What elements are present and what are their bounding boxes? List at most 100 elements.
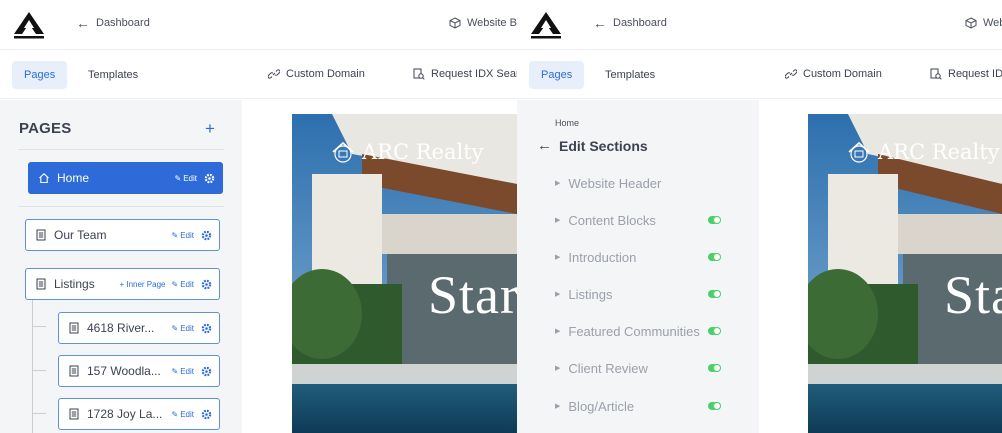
document-icon: [69, 322, 79, 334]
tab-templates[interactable]: Templates: [76, 61, 150, 89]
brand-name: ARC Realty: [878, 140, 1000, 164]
pages-sidebar: PAGES + Home ✎ Edit Our Team ✎ Edit Listin…: [0, 100, 242, 433]
section-row-website-header[interactable]: ▶ Website Header: [555, 174, 755, 192]
section-row-introduction[interactable]: ▶ Introduction: [555, 248, 755, 266]
pencil-icon: ✎: [171, 279, 179, 289]
gear-icon[interactable]: [201, 230, 212, 241]
page-label: 157 Woodla...: [87, 364, 161, 378]
add-inner-page-button[interactable]: + Inner Page: [119, 280, 165, 289]
website-builder-label[interactable]: Website Bui: [449, 17, 517, 29]
document-icon: [36, 229, 46, 241]
section-row-content-blocks[interactable]: ▶ Content Blocks: [555, 211, 755, 229]
custom-domain-button[interactable]: Custom Domain: [785, 68, 882, 80]
page-item-listing[interactable]: 4618 River... ✎ Edit: [58, 312, 220, 344]
page-item-listings[interactable]: Listings + Inner Page ✎ Edit: [25, 268, 220, 300]
gear-icon[interactable]: [201, 409, 212, 420]
pages-heading: PAGES: [19, 120, 72, 137]
access-logo-icon[interactable]: [12, 10, 46, 40]
edit-page-button[interactable]: ✎ Edit: [172, 280, 195, 289]
custom-domain-button[interactable]: Custom Domain: [268, 68, 365, 80]
edit-label: Edit: [180, 323, 194, 333]
cube-icon: [965, 17, 977, 29]
house-emblem-icon: [332, 141, 354, 163]
back-label: Dashboard: [96, 17, 150, 29]
brand-logo: ARC Realty: [846, 140, 1000, 164]
section-row-client-review[interactable]: ▶ Client Review: [555, 359, 755, 377]
tab-pages[interactable]: Pages: [529, 61, 585, 89]
request-idx-label: Request IDX: [948, 68, 1002, 80]
pencil-icon: ✎: [171, 409, 179, 419]
search-document-icon: [930, 68, 942, 80]
section-toggle[interactable]: [708, 290, 721, 298]
page-label: Home: [57, 171, 90, 185]
back-to-dashboard-link[interactable]: ← Dashboard: [593, 16, 667, 30]
edit-page-button[interactable]: ✎ Edit: [172, 410, 195, 419]
website-builder-text: Web: [983, 17, 1002, 29]
access-logo-icon[interactable]: [529, 10, 563, 40]
page-item-home[interactable]: Home ✎ Edit: [28, 162, 223, 194]
top-bar: ← Dashboard Web: [517, 0, 1002, 50]
edit-label: Edit: [183, 173, 197, 183]
section-toggle[interactable]: [708, 253, 721, 261]
pencil-icon: ✎: [171, 230, 179, 240]
custom-domain-label: Custom Domain: [803, 68, 882, 80]
edit-page-button[interactable]: ✎ Edit: [172, 231, 195, 240]
caret-right-icon: ▶: [555, 403, 561, 410]
custom-domain-label: Custom Domain: [286, 68, 365, 80]
edit-page-button[interactable]: ✎ Edit: [172, 367, 195, 376]
request-idx-search-button[interactable]: Request IDX Search: [413, 68, 517, 80]
arrow-left-icon[interactable]: ←: [537, 137, 552, 154]
gear-icon[interactable]: [201, 279, 212, 290]
link-icon: [785, 69, 797, 79]
page-item-listing[interactable]: 1728 Joy La... ✎ Edit: [58, 398, 220, 430]
page-item-our-team[interactable]: Our Team ✎ Edit: [25, 219, 220, 251]
caret-right-icon: ▶: [555, 217, 561, 224]
section-toggle[interactable]: [708, 402, 721, 410]
back-to-dashboard-link[interactable]: ← Dashboard: [76, 16, 150, 30]
section-toggle[interactable]: [708, 327, 721, 335]
document-icon: [69, 365, 79, 377]
home-icon: [39, 173, 49, 184]
tab-templates[interactable]: Templates: [593, 61, 667, 89]
section-label: Blog/Article: [568, 398, 635, 414]
website-builder-label[interactable]: Web: [965, 17, 1002, 29]
gear-icon[interactable]: [201, 323, 212, 334]
caret-right-icon: ▶: [555, 254, 561, 261]
gear-icon[interactable]: [201, 366, 212, 377]
search-document-icon: [413, 68, 425, 80]
site-builder-view-sections: ← Dashboard Web Pages Templates Custom D…: [517, 0, 1002, 433]
breadcrumb[interactable]: Home: [555, 118, 579, 128]
page-label: Our Team: [54, 228, 107, 242]
section-row-featured-communities[interactable]: ▶ Featured Communities: [555, 322, 755, 340]
section-toggle[interactable]: [708, 364, 721, 372]
section-toggle[interactable]: [708, 216, 721, 224]
page-label: 1728 Joy La...: [87, 407, 163, 421]
page-label: 4618 River...: [87, 321, 155, 335]
website-preview[interactable]: ARC Realty Star: [292, 114, 517, 433]
edit-label: Edit: [180, 409, 194, 419]
top-bar: ← Dashboard Website Bui: [0, 0, 517, 50]
add-page-button[interactable]: +: [205, 120, 215, 137]
edit-page-button[interactable]: ✎ Edit: [172, 324, 195, 333]
gear-icon[interactable]: [204, 173, 215, 184]
caret-right-icon: ▶: [555, 180, 561, 187]
pencil-icon: ✎: [174, 173, 182, 183]
back-label: Dashboard: [613, 17, 667, 29]
brand-name: ARC Realty: [362, 140, 484, 164]
pencil-icon: ✎: [171, 366, 179, 376]
brand-logo: ARC Realty: [330, 140, 484, 164]
website-preview[interactable]: ARC Realty Sta: [808, 114, 1002, 433]
caret-right-icon: ▶: [555, 365, 561, 372]
section-label: Website Header: [568, 175, 662, 191]
section-row-listings[interactable]: ▶ Listings: [555, 285, 755, 303]
edit-page-button[interactable]: ✎ Edit: [175, 174, 198, 183]
request-idx-search-button[interactable]: Request IDX: [930, 68, 1002, 80]
caret-right-icon: ▶: [555, 328, 561, 335]
section-row-blog-article[interactable]: ▶ Blog/Article: [555, 397, 755, 415]
edit-sections-panel: Home ← Edit Sections ▶ Website Header ▶ …: [517, 100, 759, 433]
edit-label: Edit: [180, 366, 194, 376]
edit-sections-title: Edit Sections: [559, 137, 648, 154]
page-item-listing[interactable]: 157 Woodla... ✎ Edit: [58, 355, 220, 387]
pencil-icon: ✎: [171, 323, 179, 333]
tab-pages[interactable]: Pages: [12, 61, 68, 89]
